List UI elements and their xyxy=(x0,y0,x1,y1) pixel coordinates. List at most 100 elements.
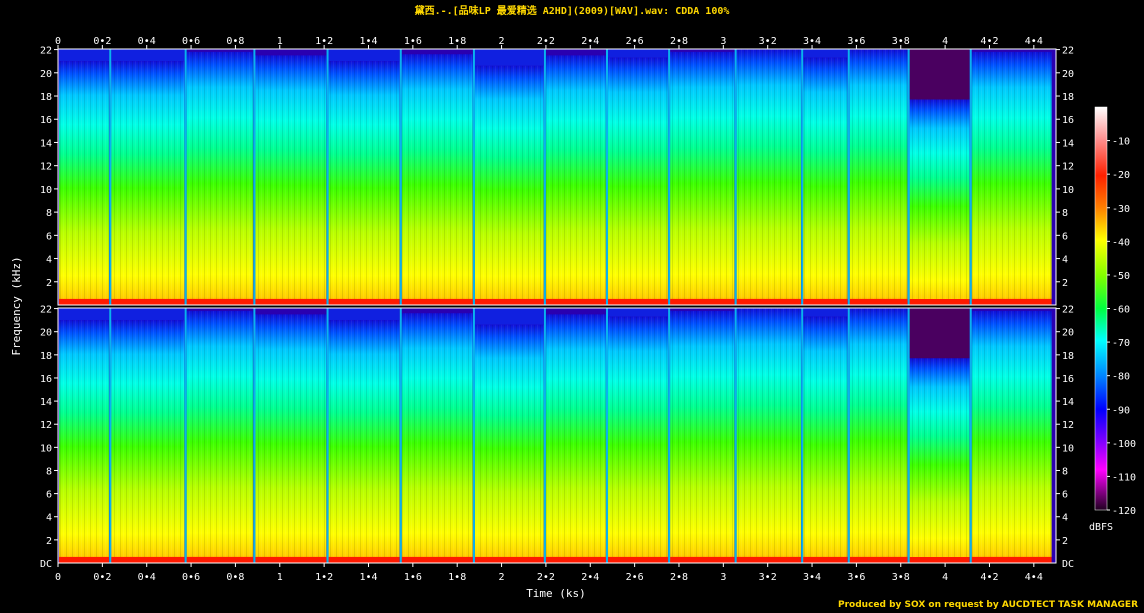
x-tick-label-top: 0 xyxy=(55,36,61,47)
track-6-low-band xyxy=(401,299,473,305)
y-tick-label-right: 10 xyxy=(1062,443,1074,454)
y-tick-label-left: 22 xyxy=(40,305,52,316)
track-5-low-band xyxy=(328,557,400,563)
y-tick-label-right: 16 xyxy=(1062,374,1074,385)
track-gap-4 xyxy=(326,308,329,563)
track-gap-12 xyxy=(847,308,850,563)
x-tick-label-bottom: 3 xyxy=(720,572,726,583)
track-gap-14 xyxy=(969,308,972,563)
track-9-low-band xyxy=(608,299,668,305)
colorbar-tick-label: -20 xyxy=(1112,170,1130,181)
y-tick-label-right: 14 xyxy=(1062,397,1074,408)
y-tick-label-right: 10 xyxy=(1062,185,1074,196)
y-tick-label-right: 18 xyxy=(1062,92,1074,103)
track-9-low-band xyxy=(608,557,668,563)
track-7-low-band xyxy=(474,557,544,563)
track-gap-3 xyxy=(253,49,256,305)
x-tick-label-bottom: 4 xyxy=(942,572,948,583)
x-tick-label-bottom: 1 xyxy=(277,572,283,583)
x-tick-label-top: 4 xyxy=(942,36,948,47)
x-tick-label-bottom: 2•4 xyxy=(581,572,599,583)
track-15-low-band xyxy=(971,557,1052,563)
track-9-upper-band xyxy=(608,308,668,317)
track-1-texture xyxy=(59,320,110,563)
y-tick-label-left: 4 xyxy=(46,255,52,266)
y-tick-label-left: 14 xyxy=(40,138,52,149)
track-2-upper-band xyxy=(111,49,185,62)
track-6-texture xyxy=(401,54,473,306)
track-13-low-band xyxy=(849,299,908,305)
y-tick-label-right: 14 xyxy=(1062,138,1074,149)
x-tick-label-top: 1•6 xyxy=(404,36,422,47)
track-3-texture xyxy=(186,51,254,305)
track-15-texture xyxy=(971,51,1052,305)
track-gap-10 xyxy=(734,308,737,563)
track-12-low-band xyxy=(803,557,848,563)
track-15-texture xyxy=(971,310,1052,563)
track-3-low-band xyxy=(186,299,254,305)
track-gap-9 xyxy=(668,49,671,305)
track-gap-6 xyxy=(472,308,475,563)
track-gap-9 xyxy=(668,308,671,563)
credit-text: Produced by SOX on request by AUCDTECT T… xyxy=(838,600,1138,610)
x-tick-label-bottom: 0•6 xyxy=(182,572,200,583)
colorbar-tick-label: -50 xyxy=(1112,271,1130,282)
x-tick-label-bottom: 4•2 xyxy=(980,572,998,583)
track-5-texture xyxy=(328,61,400,305)
x-tick-label-bottom: 4•4 xyxy=(1025,572,1043,583)
track-10-low-band xyxy=(670,299,735,305)
colorbar-label: dBFS xyxy=(1089,522,1113,533)
y-tick-label-left: 16 xyxy=(40,374,52,385)
track-gap-3 xyxy=(253,308,256,563)
y-tick-label-right: 4 xyxy=(1062,255,1068,266)
y-tick-label-left: 4 xyxy=(46,513,52,524)
track-gap-5 xyxy=(399,308,402,563)
x-tick-label-top: 0•4 xyxy=(138,36,156,47)
track-gap-2 xyxy=(184,308,187,563)
track-5-texture xyxy=(328,320,400,563)
track-1-low-band xyxy=(59,299,110,305)
x-tick-label-bottom: 2•2 xyxy=(537,572,555,583)
x-tick-label-top: 0•8 xyxy=(226,36,244,47)
x-axis-label: Time (ks) xyxy=(526,587,586,600)
x-tick-label-bottom: 0•4 xyxy=(138,572,156,583)
y-tick-label-right: 12 xyxy=(1062,162,1074,173)
x-tick-label-bottom: 0•2 xyxy=(93,572,111,583)
track-1-texture xyxy=(59,61,110,305)
track-5-upper-band xyxy=(328,49,400,62)
x-tick-label-top: 0•6 xyxy=(182,36,200,47)
track-7-upper-band xyxy=(474,308,544,325)
track-7-texture xyxy=(474,324,544,563)
track-10-texture xyxy=(670,51,735,305)
track-3-texture xyxy=(186,310,254,563)
track-2-upper-band xyxy=(111,308,185,321)
track-gap-1 xyxy=(109,49,112,305)
track-9-upper-band xyxy=(608,49,668,58)
y-tick-label-right: 20 xyxy=(1062,328,1074,339)
x-tick-label-top: 1•2 xyxy=(315,36,333,47)
track-11-texture xyxy=(736,308,801,563)
track-14-low-band xyxy=(909,299,970,305)
x-tick-label-top: 2•8 xyxy=(670,36,688,47)
track-7-low-band xyxy=(474,299,544,305)
track-13-texture xyxy=(849,49,908,305)
track-5-upper-band xyxy=(328,308,400,321)
x-tick-label-top: 2 xyxy=(499,36,505,47)
colorbar-tick-label: -120 xyxy=(1112,506,1136,517)
track-10-low-band xyxy=(670,557,735,563)
track-14-upper-band xyxy=(909,49,970,100)
track-2-low-band xyxy=(111,299,185,305)
track-8-low-band xyxy=(545,299,606,305)
track-gap-8 xyxy=(606,308,609,563)
track-12-upper-band xyxy=(803,308,848,317)
colorbar-tick-label: -80 xyxy=(1112,372,1130,383)
y-tick-label-right: 12 xyxy=(1062,420,1074,431)
x-tick-label-bottom: 3•4 xyxy=(803,572,821,583)
x-tick-label-bottom: 2•6 xyxy=(626,572,644,583)
y-tick-label-left: 18 xyxy=(40,351,52,362)
y-tick-label-left: 16 xyxy=(40,115,52,126)
track-8-texture xyxy=(545,314,606,563)
y-tick-label-left: 6 xyxy=(46,231,52,242)
x-tick-label-top: 3•6 xyxy=(847,36,865,47)
track-11-texture xyxy=(736,49,801,305)
